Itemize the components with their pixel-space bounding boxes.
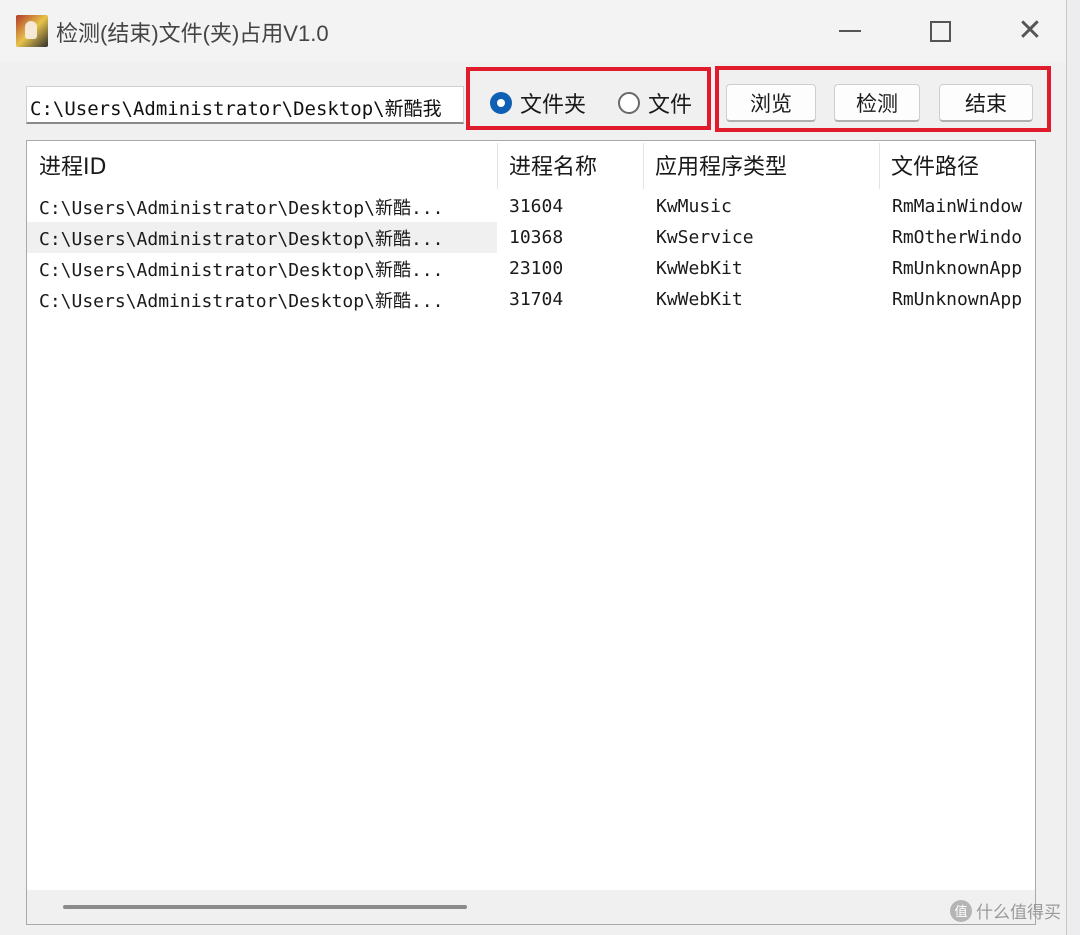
cell-type: RmOtherWindo xyxy=(892,227,1023,248)
horizontal-scrollbar[interactable] xyxy=(27,890,1035,924)
cell-name: KwWebKit xyxy=(656,289,743,310)
scrollbar-thumb[interactable] xyxy=(63,905,467,909)
watermark-text: 什么值得买 xyxy=(976,903,1061,923)
table-row[interactable]: C:\Users\Administrator\Desktop\新酷... 316… xyxy=(27,191,1035,222)
cell-pid: 31604 xyxy=(509,196,564,217)
radio-highlight-box xyxy=(466,67,711,130)
cell-name: KwWebKit xyxy=(656,258,743,279)
cell-pid: 31704 xyxy=(509,289,564,310)
maximize-button[interactable] xyxy=(910,8,970,54)
cell-pid: 23100 xyxy=(509,258,564,279)
column-header-type[interactable]: 应用程序类型 xyxy=(643,141,879,189)
watermark: 值 什么值得买 xyxy=(950,898,1061,923)
maximize-icon xyxy=(929,20,951,42)
cell-type: RmUnknownApp xyxy=(892,258,1023,279)
column-header-pid[interactable]: 进程ID xyxy=(27,141,497,189)
cell-path: C:\Users\Administrator\Desktop\新酷... xyxy=(39,197,444,219)
cell-name: KwMusic xyxy=(656,196,732,217)
window-title: 检测(结束)文件(夹)占用V1.0 xyxy=(56,21,329,46)
column-header-path[interactable]: 文件路径 xyxy=(879,141,1035,189)
buttons-highlight-box xyxy=(715,66,1051,132)
app-icon xyxy=(16,15,48,47)
cell-name: KwService xyxy=(656,227,754,248)
cell-path: C:\Users\Administrator\Desktop\新酷... xyxy=(27,222,497,253)
path-input-value: C:\Users\Administrator\Desktop\新酷我 xyxy=(30,98,442,120)
table-row[interactable]: C:\Users\Administrator\Desktop\新酷... 317… xyxy=(27,284,1035,315)
cell-type: RmUnknownApp xyxy=(892,289,1023,310)
title-bar: 检测(结束)文件(夹)占用V1.0 ✕ xyxy=(0,0,1066,62)
watermark-icon: 值 xyxy=(950,899,972,922)
cell-path: C:\Users\Administrator\Desktop\新酷... xyxy=(39,259,444,281)
table-row-selected[interactable]: C:\Users\Administrator\Desktop\新酷... 103… xyxy=(27,222,1035,253)
app-window: 检测(结束)文件(夹)占用V1.0 ✕ C:\Users\Administrat… xyxy=(0,0,1067,935)
close-icon: ✕ xyxy=(1017,13,1043,48)
cell-pid: 10368 xyxy=(509,227,564,248)
list-header: 进程ID 进程名称 应用程序类型 文件路径 xyxy=(27,141,1035,191)
process-list[interactable]: 进程ID 进程名称 应用程序类型 文件路径 C:\Users\Administr… xyxy=(26,140,1036,925)
column-header-name[interactable]: 进程名称 xyxy=(497,141,643,189)
cell-path: C:\Users\Administrator\Desktop\新酷... xyxy=(39,290,444,312)
minimize-icon xyxy=(839,30,861,32)
close-button[interactable]: ✕ xyxy=(1000,8,1060,54)
minimize-button[interactable] xyxy=(820,8,880,54)
cell-type: RmMainWindow xyxy=(892,196,1023,217)
path-input[interactable]: C:\Users\Administrator\Desktop\新酷我 xyxy=(26,86,464,124)
table-row[interactable]: C:\Users\Administrator\Desktop\新酷... 231… xyxy=(27,253,1035,284)
